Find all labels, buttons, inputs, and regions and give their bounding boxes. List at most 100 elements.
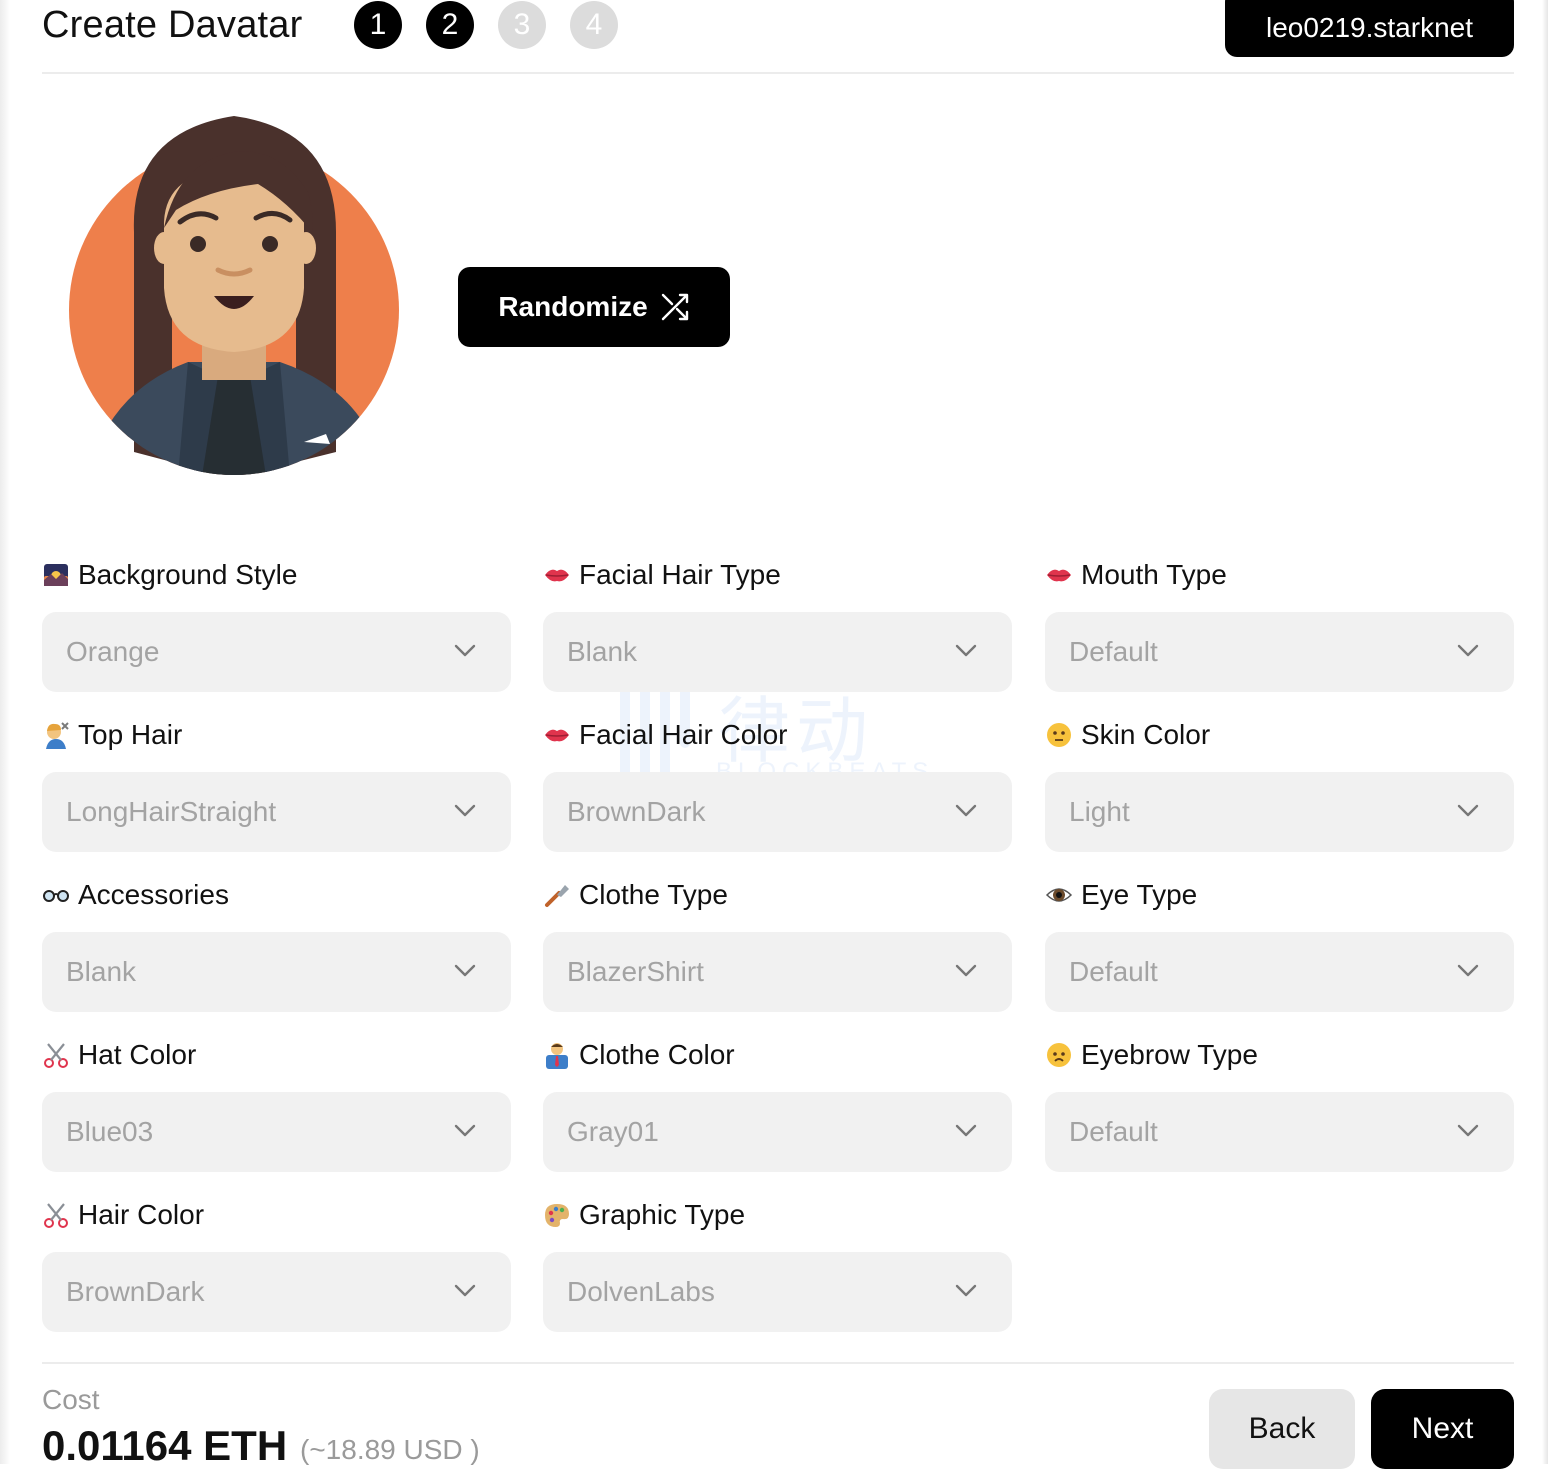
select-dropdown[interactable]: BrownDark [543, 772, 1012, 852]
select-dropdown[interactable]: DolvenLabs [543, 1252, 1012, 1332]
field-label: Facial Hair Color [543, 718, 1012, 752]
field-label: Eye Type [1045, 878, 1514, 912]
chevron-down-icon [451, 636, 479, 669]
field-facial-hair-color: Facial Hair Color BrownDark [543, 718, 1012, 852]
select-value: Orange [66, 636, 160, 667]
chevron-down-icon [1454, 796, 1482, 829]
field-graphic-type: Graphic Type DolvenLabs [543, 1198, 1012, 1332]
select-dropdown[interactable]: Default [1045, 932, 1514, 1012]
select-value: Default [1069, 636, 1158, 667]
header-divider [42, 72, 1514, 74]
chevron-down-icon [952, 1276, 980, 1309]
chevron-down-icon [1454, 956, 1482, 989]
field-label: Hair Color [42, 1198, 511, 1232]
field-label-text: Eye Type [1081, 879, 1198, 910]
select-value: Blank [66, 956, 137, 987]
select-value: BrownDark [66, 1276, 205, 1307]
page-title: Create Davatar [42, 4, 303, 46]
select-value: BlazerShirt [567, 956, 704, 987]
select-value: Blank [567, 636, 638, 667]
select-dropdown[interactable]: Blank [42, 932, 511, 1012]
select-dropdown[interactable]: Blank [543, 612, 1012, 692]
field-label: Skin Color [1045, 718, 1514, 752]
field-label: Background Style [42, 558, 511, 592]
chevron-down-icon [451, 1116, 479, 1149]
worried-face-icon [1045, 1041, 1073, 1069]
chevron-down-icon [1454, 1116, 1482, 1149]
shuffle-icon [661, 293, 688, 321]
page-edge-shadow [0, 0, 10, 1464]
select-dropdown[interactable]: Default [1045, 612, 1514, 692]
field-label-text: Accessories [78, 879, 229, 910]
cost-usd: (~18.89 USD ) [300, 1434, 480, 1465]
scissors-icon [42, 1041, 70, 1069]
step-4: 4 [570, 1, 618, 49]
lips-icon [543, 561, 571, 589]
field-clothe-color: Clothe Color Gray01 [543, 1038, 1012, 1172]
field-label-text: Mouth Type [1081, 559, 1227, 590]
field-clothe-type: Clothe Type BlazerShirt [543, 878, 1012, 1012]
field-label-text: Clothe Type [579, 879, 728, 910]
field-top-hair: Top Hair LongHairStraight [42, 718, 511, 852]
field-label-text: Graphic Type [579, 1199, 746, 1230]
field-eyebrow-type: Eyebrow Type Default [1045, 1038, 1514, 1172]
select-value: DolvenLabs [567, 1276, 715, 1307]
field-label: Hat Color [42, 1038, 511, 1072]
select-dropdown[interactable]: LongHairStraight [42, 772, 511, 852]
wallet-account-button[interactable]: leo0219.starknet [1225, 0, 1514, 57]
chevron-down-icon [952, 636, 980, 669]
field-accessories: Accessories Blank [42, 878, 511, 1012]
field-label-text: Clothe Color [579, 1039, 735, 1070]
glasses-icon [42, 881, 70, 909]
field-skin-color: Skin Color Light [1045, 718, 1514, 852]
neutral-face-icon [1045, 721, 1073, 749]
select-dropdown[interactable]: BlazerShirt [543, 932, 1012, 1012]
select-value: Default [1069, 1116, 1158, 1147]
chevron-down-icon [952, 796, 980, 829]
select-value: Light [1069, 796, 1130, 827]
field-label: Facial Hair Type [543, 558, 1012, 592]
field-background-style: Background Style Orange [42, 558, 511, 692]
chevron-down-icon [451, 796, 479, 829]
chevron-down-icon [952, 956, 980, 989]
haircut-person-icon [42, 721, 70, 749]
select-dropdown[interactable]: BrownDark [42, 1252, 511, 1332]
field-label: Clothe Type [543, 878, 1012, 912]
field-mouth-type: Mouth Type Default [1045, 558, 1514, 692]
palette-icon [543, 1201, 571, 1229]
back-button[interactable]: Back [1209, 1389, 1355, 1469]
field-label: Graphic Type [543, 1198, 1012, 1232]
avatar-preview [69, 116, 399, 475]
field-label-text: Facial Hair Color [579, 719, 788, 750]
footer-divider [42, 1362, 1514, 1364]
scissors-icon [42, 1201, 70, 1229]
field-hat-color: Hat Color Blue03 [42, 1038, 511, 1172]
lips-icon [543, 721, 571, 749]
field-eye-type: Eye Type Default [1045, 878, 1514, 1012]
chevron-down-icon [451, 1276, 479, 1309]
step-2: 2 [426, 1, 474, 49]
step-3: 3 [498, 1, 546, 49]
eye-icon [1045, 881, 1073, 909]
lips-icon [1045, 561, 1073, 589]
randomize-button[interactable]: Randomize [458, 267, 730, 347]
select-value: Blue03 [66, 1116, 154, 1147]
next-button[interactable]: Next [1371, 1389, 1514, 1469]
select-dropdown[interactable]: Default [1045, 1092, 1514, 1172]
field-label-text: Eyebrow Type [1081, 1039, 1258, 1070]
select-dropdown[interactable]: Blue03 [42, 1092, 511, 1172]
step-1: 1 [354, 1, 402, 49]
field-label-text: Hair Color [78, 1199, 205, 1230]
select-dropdown[interactable]: Orange [42, 612, 511, 692]
select-dropdown[interactable]: Gray01 [543, 1092, 1012, 1172]
randomize-label: Randomize [498, 291, 648, 322]
select-value: BrownDark [567, 796, 706, 827]
chevron-down-icon [952, 1116, 980, 1149]
select-dropdown[interactable]: Light [1045, 772, 1514, 852]
cost-value: 0.01164 ETH [42, 1422, 288, 1469]
chevron-down-icon [1454, 636, 1482, 669]
field-label: Top Hair [42, 718, 511, 752]
select-value: LongHairStraight [66, 796, 277, 827]
field-hair-color: Hair Color BrownDark [42, 1198, 511, 1332]
select-value: Gray01 [567, 1116, 659, 1147]
